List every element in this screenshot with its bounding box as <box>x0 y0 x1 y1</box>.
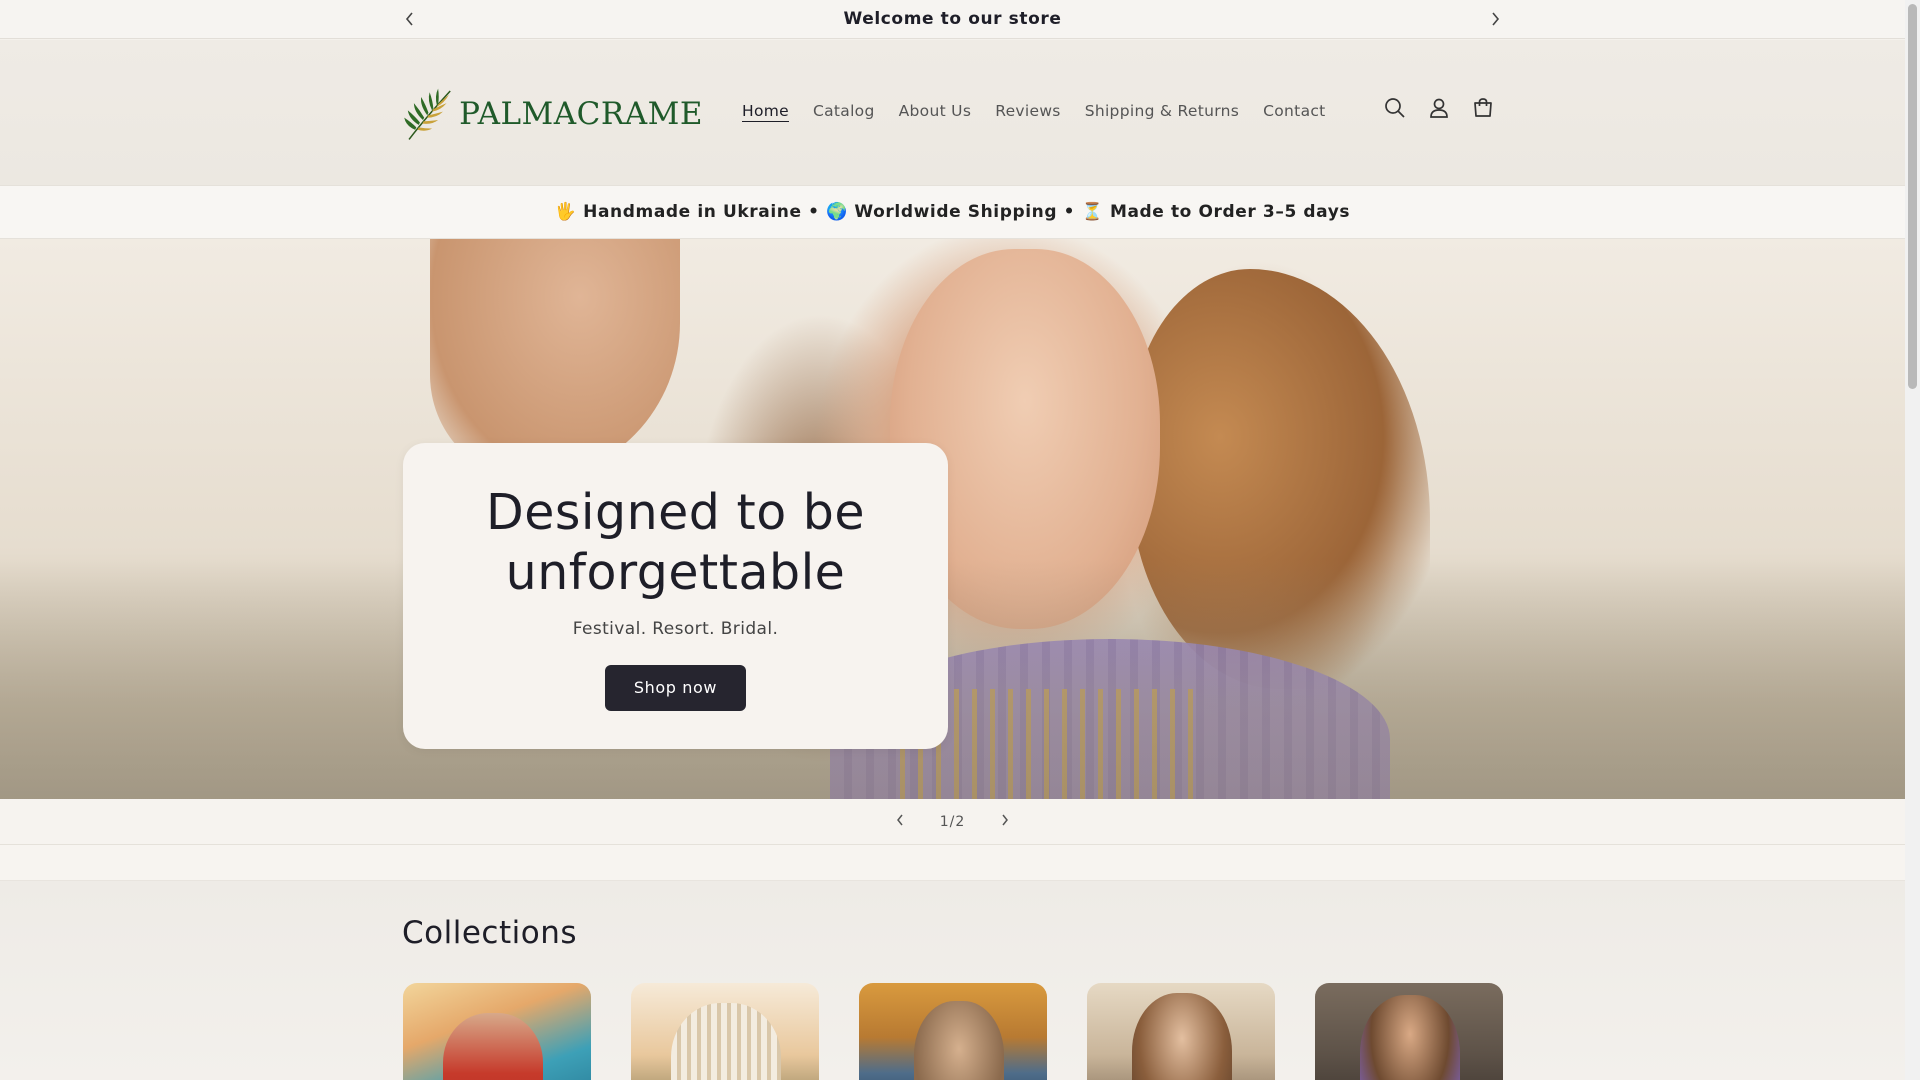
announcement-bar: Welcome to our store <box>0 0 1905 39</box>
collections-heading: Collections <box>402 915 577 951</box>
chevron-right-icon <box>1492 12 1500 26</box>
main-nav: Home Catalog About Us Reviews Shipping &… <box>742 102 1326 120</box>
chevron-right-icon <box>1002 814 1009 826</box>
hero-title: Designed to be unforgettable <box>485 484 866 601</box>
page-scrollbar[interactable] <box>1905 0 1920 1080</box>
announcement-text: Welcome to our store <box>843 9 1062 29</box>
collection-card[interactable] <box>1315 983 1503 1080</box>
palm-leaf-icon <box>404 88 451 140</box>
nav-item-home[interactable]: Home <box>742 102 789 120</box>
hero-subtitle: Festival. Resort. Bridal. <box>572 619 779 639</box>
header-icons <box>1383 96 1495 120</box>
scrollbar-thumb[interactable] <box>1908 4 1917 389</box>
slide-counter: 1/2 <box>939 813 966 830</box>
shop-now-button[interactable]: Shop now <box>605 665 746 711</box>
collection-cards <box>403 983 1503 1080</box>
site-header: PALMACRAME Home Catalog About Us Reviews… <box>0 40 1905 186</box>
nav-item-catalog[interactable]: Catalog <box>813 102 875 120</box>
slide-next-button[interactable] <box>995 812 1015 831</box>
hero-image-haze <box>0 559 1905 799</box>
nav-item-reviews[interactable]: Reviews <box>995 102 1060 120</box>
collection-card[interactable] <box>859 983 1047 1080</box>
hero-banner: Designed to be unforgettable Festival. R… <box>0 239 1905 799</box>
nav-item-contact[interactable]: Contact <box>1263 102 1325 120</box>
search-icon[interactable] <box>1383 96 1407 120</box>
brand-logo[interactable]: PALMACRAME <box>403 68 703 160</box>
nav-item-shipping-returns[interactable]: Shipping & Returns <box>1085 102 1239 120</box>
collection-card[interactable] <box>403 983 591 1080</box>
account-icon[interactable] <box>1427 96 1451 120</box>
slide-prev-button[interactable] <box>890 812 910 831</box>
trust-bar-text: 🖐 Handmade in Ukraine • 🌍 Worldwide Ship… <box>554 202 1351 222</box>
section-spacer <box>0 845 1905 881</box>
page: Welcome to our store PALMACRAME Home Cat… <box>0 0 1905 1080</box>
announcement-prev-button[interactable] <box>399 8 421 30</box>
collections-section: Collections <box>0 881 1905 1080</box>
cart-icon[interactable] <box>1471 96 1495 120</box>
collection-card[interactable] <box>631 983 819 1080</box>
collection-card[interactable] <box>1087 983 1275 1080</box>
slideshow-controls: 1/2 <box>0 799 1905 845</box>
announcement-next-button[interactable] <box>1484 8 1506 30</box>
chevron-left-icon <box>405 12 413 26</box>
nav-item-about-us[interactable]: About Us <box>899 102 972 120</box>
chevron-left-icon <box>896 814 903 826</box>
brand-name: PALMACRAME <box>459 96 703 132</box>
hero-card: Designed to be unforgettable Festival. R… <box>403 443 948 749</box>
trust-bar: 🖐 Handmade in Ukraine • 🌍 Worldwide Ship… <box>0 186 1905 239</box>
